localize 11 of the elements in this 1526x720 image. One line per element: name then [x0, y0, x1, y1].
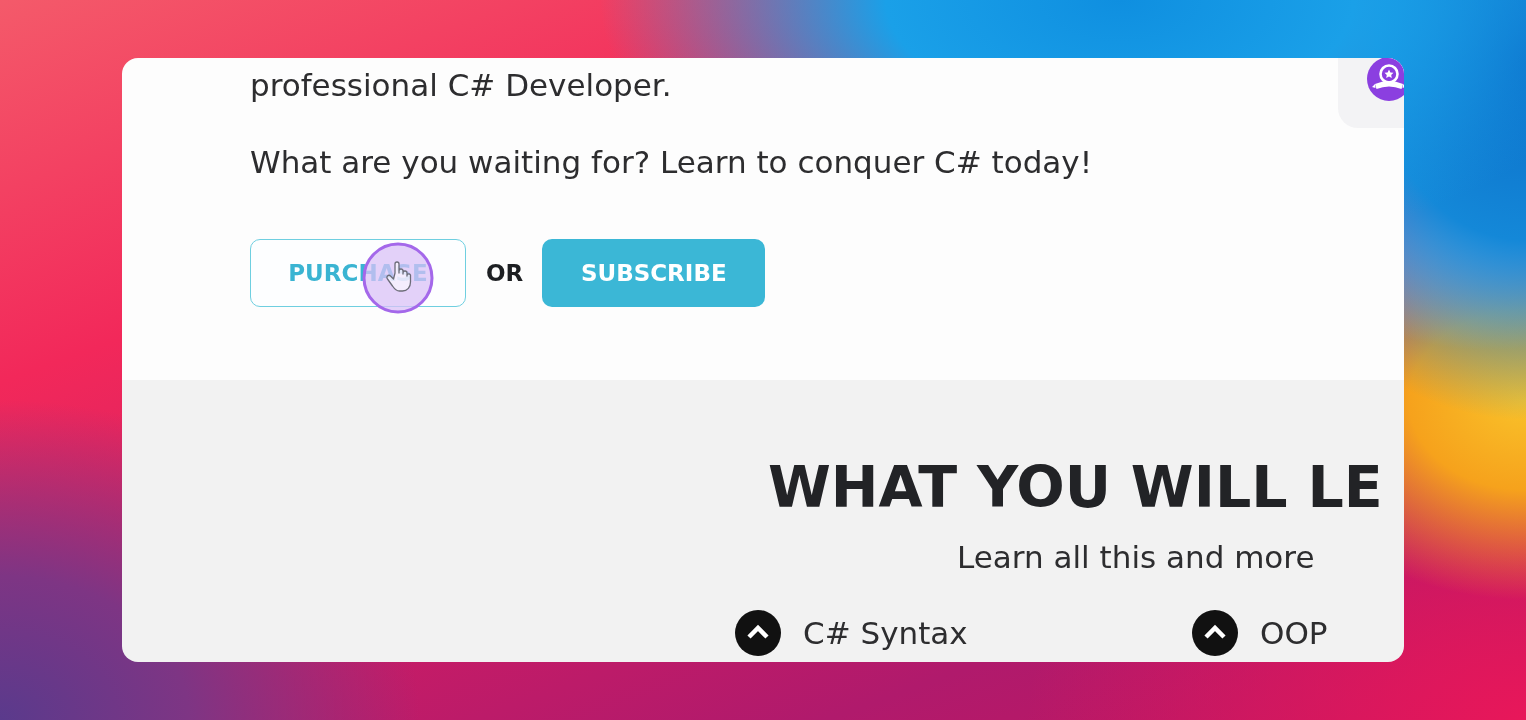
- award-ribbon-icon[interactable]: [1367, 58, 1404, 101]
- chevron-up-icon: [735, 610, 781, 656]
- topic-label: OOP: [1260, 614, 1328, 653]
- or-label: OR: [486, 260, 524, 286]
- chevron-up-icon: [1192, 610, 1238, 656]
- intro-paragraph: professional C# Developer.: [250, 66, 672, 105]
- section-heading: WHAT YOU WILL LE: [768, 454, 1383, 520]
- subscribe-button[interactable]: SUBSCRIBE: [542, 239, 766, 307]
- section-subtitle: Learn all this and more: [957, 538, 1315, 577]
- topic-label: C# Syntax: [803, 614, 968, 653]
- intro-paragraph: What are you waiting for? Learn to conquer C# today!: [250, 143, 1093, 182]
